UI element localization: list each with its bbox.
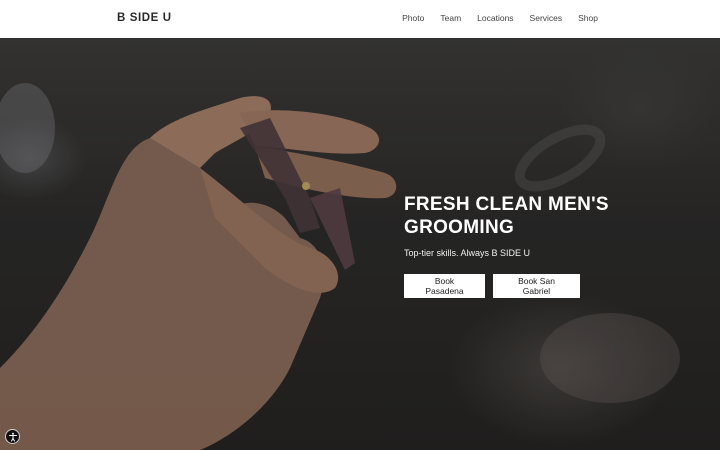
nav-team[interactable]: Team — [440, 13, 461, 23]
book-san-gabriel-button[interactable]: Book San Gabriel — [493, 274, 580, 298]
nav-shop[interactable]: Shop — [578, 13, 598, 23]
site-header: B SIDE U Photo Team Locations Services S… — [0, 0, 720, 38]
hero-title: FRESH CLEAN MEN'S GROOMING — [404, 194, 609, 238]
logo[interactable]: B SIDE U — [117, 12, 172, 24]
nav-photo[interactable]: Photo — [402, 13, 424, 23]
main-nav: Photo Team Locations Services Shop — [386, 13, 598, 23]
hero-buttons: Book Pasadena Book San Gabriel — [404, 274, 644, 298]
accessibility-icon[interactable] — [5, 429, 20, 444]
hero-content: FRESH CLEAN MEN'S GROOMING Top-tier skil… — [404, 193, 644, 298]
hero-section: FRESH CLEAN MEN'S GROOMING Top-tier skil… — [0, 38, 720, 450]
nav-locations[interactable]: Locations — [477, 13, 513, 23]
nav-services[interactable]: Services — [530, 13, 563, 23]
hero-subtitle: Top-tier skills. Always B SIDE U — [404, 248, 531, 258]
book-pasadena-button[interactable]: Book Pasadena — [404, 274, 485, 298]
